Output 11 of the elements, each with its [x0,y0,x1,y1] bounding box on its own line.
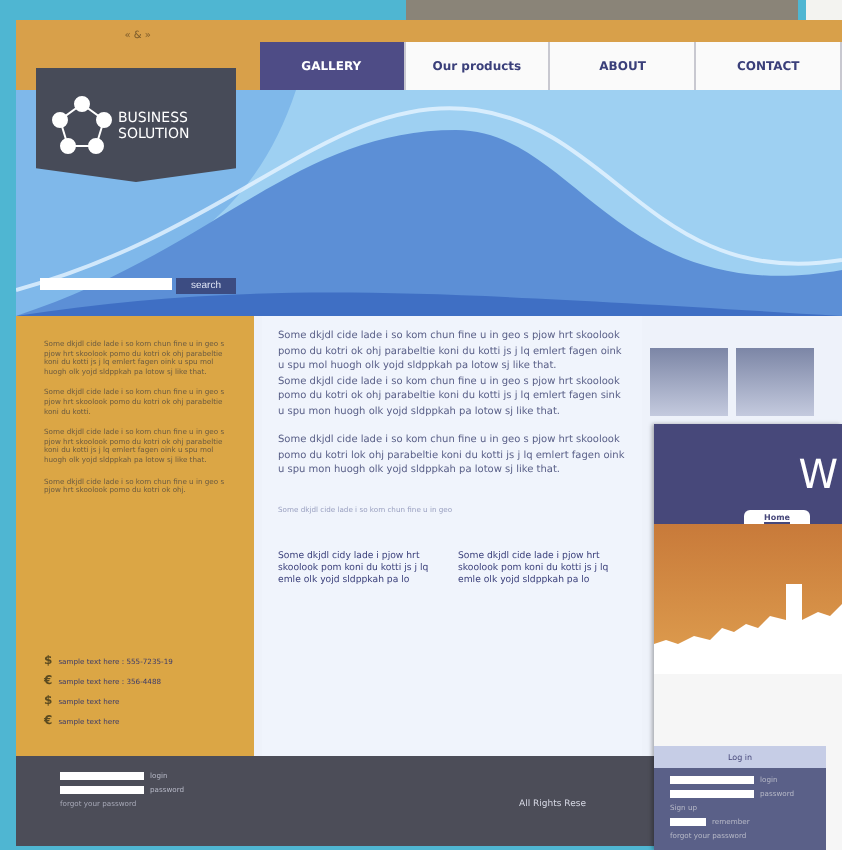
thumbnail[interactable] [736,348,814,416]
login-field[interactable] [670,776,754,784]
search-field[interactable] [40,278,172,290]
page-heading: W [798,456,838,492]
login-field[interactable] [670,790,754,798]
code-field[interactable] [670,818,706,826]
thumbnail[interactable] [650,348,728,416]
login-field[interactable] [60,786,144,794]
login-field[interactable] [60,772,144,780]
logo-icon [52,95,112,155]
top-bar [806,0,842,20]
